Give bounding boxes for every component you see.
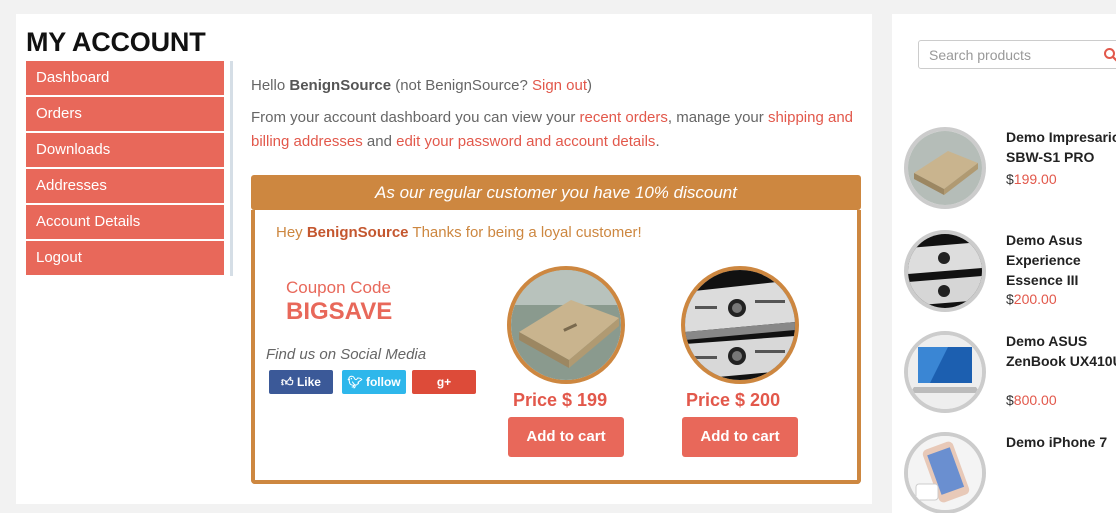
product-name[interactable]: Demo Asus Experience Essence III [1006, 230, 1116, 290]
thanks-text: Thanks for being a loyal customer! [408, 224, 642, 241]
nav-item-account-details[interactable]: Account Details [26, 205, 224, 239]
coupon-code: BIGSAVE [286, 298, 393, 325]
not-user-text: (not BenignSource? [391, 77, 532, 94]
page-title: MY ACCOUNT [26, 27, 206, 57]
social-label: Find us on Social Media [266, 346, 427, 363]
offer-price: Price $ 199 [513, 390, 608, 410]
account-navigation: Dashboard Orders Downloads Addresses Acc… [26, 61, 224, 277]
gplus-label: g+ [436, 375, 452, 389]
twitter-follow-button[interactable]: 🐦︎ follow [342, 370, 406, 394]
price-value: 199.00 [1013, 171, 1057, 187]
product-search [918, 40, 1116, 69]
intro-part-4: . [655, 133, 660, 150]
intro-part-2: , manage your [667, 109, 768, 126]
hey-text: Hey [276, 224, 307, 241]
product-price: $200.00 [1006, 291, 1057, 307]
edit-account-link[interactable]: edit your password and account details [396, 133, 655, 150]
loyalty-box: Hey BenignSource Thanks for being a loya… [251, 210, 861, 484]
search-icon[interactable] [1103, 47, 1116, 68]
twitter-bird-icon: 🐦︎ [347, 375, 363, 389]
sign-out-link[interactable]: Sign out [532, 77, 587, 94]
product-image-audio-device[interactable] [681, 266, 799, 384]
product-thumbnail[interactable] [904, 127, 986, 209]
intro-part-1: From your account dashboard you can view… [251, 109, 580, 126]
nav-item-dashboard[interactable]: Dashboard [26, 61, 224, 95]
thumbs-up-icon: 👍︎ [281, 375, 294, 389]
hello-prefix: Hello [251, 77, 290, 94]
product-thumbnail[interactable] [904, 230, 986, 312]
currency-symbol: $ [1006, 171, 1014, 187]
username: BenignSource [289, 77, 392, 94]
follow-label: follow [365, 375, 401, 389]
nav-item-logout[interactable]: Logout [26, 241, 224, 275]
facebook-like-button[interactable]: 👍︎ Like [269, 370, 333, 394]
product-name[interactable]: Demo Impresario SBW-S1 PRO [1006, 127, 1116, 167]
intro-part-3: and [362, 133, 397, 150]
nav-divider [230, 61, 233, 276]
product-thumbnail[interactable] [904, 432, 986, 513]
main-panel: MY ACCOUNT Dashboard Orders Downloads Ad… [16, 14, 872, 504]
search-input[interactable] [919, 41, 1099, 68]
loyalty-username: BenignSource [306, 224, 409, 241]
paren-close: ) [587, 77, 593, 94]
product-name[interactable]: Demo iPhone 7 [1006, 432, 1116, 452]
product-price: $199.00 [1006, 171, 1057, 187]
loyalty-greeting: Hey BenignSource Thanks for being a loya… [276, 224, 642, 241]
like-label: Like [296, 375, 321, 389]
coupon-label: Coupon Code [286, 278, 391, 297]
recent-orders-link[interactable]: recent orders [580, 109, 668, 126]
price-value: 200.00 [1013, 291, 1057, 307]
product-thumbnail[interactable] [904, 331, 986, 413]
google-plus-button[interactable]: g+ [412, 370, 476, 394]
sidebar-panel: Demo Impresario SBW-S1 PRO $199.00 Demo … [892, 14, 1116, 513]
dashboard-content: Hello BenignSource (not BenignSource? Si… [251, 74, 863, 162]
nav-item-addresses[interactable]: Addresses [26, 169, 224, 203]
nav-item-downloads[interactable]: Downloads [26, 133, 224, 167]
currency-symbol: $ [1006, 291, 1014, 307]
product-image-laptop[interactable] [507, 266, 625, 384]
hello-text: Hello BenignSource (not BenignSource? Si… [251, 74, 863, 98]
offer-price: Price $ 200 [686, 390, 781, 410]
add-to-cart-button[interactable]: Add to cart [682, 417, 798, 457]
product-price: $800.00 [1006, 392, 1057, 408]
product-name[interactable]: Demo ASUS ZenBook UX410UA [1006, 331, 1116, 371]
add-to-cart-button[interactable]: Add to cart [508, 417, 624, 457]
nav-item-orders[interactable]: Orders [26, 97, 224, 131]
intro-text: From your account dashboard you can view… [251, 106, 863, 154]
discount-banner: As our regular customer you have 10% dis… [251, 175, 861, 210]
currency-symbol: $ [1006, 392, 1014, 408]
price-value: 800.00 [1013, 392, 1057, 408]
